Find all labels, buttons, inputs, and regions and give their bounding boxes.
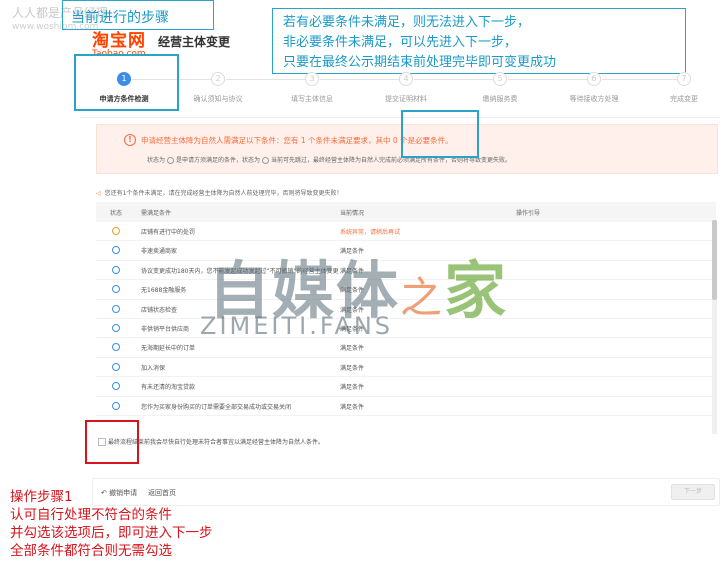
self-handle-label: 最终流程结束前我会尽快自行处理未符合者事宜以满足经营主体降为自然人条件。 bbox=[108, 439, 325, 446]
condition-text: 有未还清的淘宝贷款 bbox=[141, 384, 196, 392]
step-6: 6 等待接收方处理 bbox=[549, 72, 639, 104]
annotation-steps-line-3: 并勾选该选项后，即可进入下一步 bbox=[10, 525, 213, 541]
status-warning-icon bbox=[112, 227, 120, 235]
step-label: 填写主体信息 bbox=[291, 95, 333, 103]
table-row: 有未还清的淘宝贷款 满足条件 bbox=[96, 377, 716, 397]
step-number: 6 bbox=[587, 72, 601, 86]
table-scrollbar[interactable] bbox=[712, 220, 717, 434]
step-label: 确认须知与协议 bbox=[193, 95, 243, 103]
annotation-steps-line-4: 全部条件都符合则无需勾选 bbox=[10, 543, 172, 559]
condition-text: 您作为买家身份购买的订单需要全部交易成功或交易关闭 bbox=[141, 403, 292, 411]
header-current: 当前情况 bbox=[340, 210, 365, 217]
annotation-note: 若有必要条件未满足，则无法进入下一步， 非必要条件未满足，可以先进入下一步， 只… bbox=[272, 8, 686, 74]
step-7: 7 完成变更 bbox=[639, 72, 726, 104]
watermark-brand-en: ZIMEITI.FANS bbox=[200, 312, 394, 340]
step-number: 5 bbox=[493, 72, 507, 86]
required-status-icon bbox=[167, 157, 175, 164]
table-header: 状态 需满足条件 当前情况 操作引导 bbox=[96, 202, 716, 222]
step-label: 等待接收方处理 bbox=[569, 95, 619, 103]
condition-text: 店铺有进行中的处罚 bbox=[141, 229, 196, 236]
scrollbar-thumb[interactable] bbox=[712, 220, 717, 300]
next-step-button[interactable]: 下一步 bbox=[671, 484, 715, 500]
header-condition: 需满足条件 bbox=[141, 210, 172, 217]
condition-text: 非供销平台供应商 bbox=[141, 325, 190, 333]
status-check-icon bbox=[112, 343, 120, 352]
table-row: 无海期延长中的订单 满足条件 bbox=[96, 338, 716, 358]
annotation-required-count-box bbox=[401, 110, 479, 158]
condition-text: 店铺状态检查 bbox=[141, 306, 178, 314]
status-check-icon bbox=[112, 285, 120, 294]
page-title: 经营主体变更 bbox=[158, 35, 231, 49]
step-4: 4 提交证明材料 bbox=[361, 72, 451, 104]
annotation-steps-line-1: 操作步骤1 bbox=[10, 489, 73, 505]
header-action: 操作引导 bbox=[516, 210, 541, 217]
current-status: 满足条件 bbox=[340, 403, 365, 411]
step-label: 完成变更 bbox=[670, 95, 698, 103]
watermark-brand-zhi: 之 bbox=[400, 273, 445, 322]
table-row: 加入消保 满足条件 bbox=[96, 358, 716, 378]
alert-legend-b: 是申请方须满足的条件，状态为 bbox=[176, 157, 261, 164]
annotation-current-step-text: 当前进行的步骤 bbox=[71, 10, 169, 26]
table-row: 店铺有进行中的处罚 系统异常，请稍后再试 bbox=[96, 222, 716, 242]
alert-legend-c: 当前可先跳过，最终经营主体降为自然人完成前必须满足所有条件，否则将导致变更失败。 bbox=[271, 157, 512, 164]
current-status: 系统异常，请稍后再试 bbox=[340, 229, 401, 236]
current-status: 满足条件 bbox=[340, 345, 365, 353]
step-5: 5 缴纳服务费 bbox=[455, 72, 545, 104]
status-check-icon bbox=[112, 304, 120, 313]
annotation-note-line-3: 只要在最终公示期结束前处理完毕即可变更成功 bbox=[283, 55, 557, 70]
status-check-icon bbox=[112, 401, 120, 410]
step-number: 7 bbox=[677, 72, 691, 86]
unmet-notice-text: 您还有1个条件未满足，请在完成经营主体降为自然人前处理完毕，否则将导致变更失败！ bbox=[104, 190, 343, 197]
logo-cn: 淘宝网 bbox=[92, 31, 146, 51]
current-status: 满足条件 bbox=[340, 384, 365, 392]
step-number: 4 bbox=[399, 72, 413, 86]
unmet-notice: ◁ 您还有1个条件未满足，请在完成经营主体降为自然人前处理完毕，否则将导致变更失败… bbox=[96, 188, 342, 197]
condition-text: 无1688金融服务 bbox=[141, 287, 187, 295]
step-number: 2 bbox=[211, 72, 225, 86]
alert-triangle-icon: ◁ bbox=[96, 190, 101, 197]
annotation-note-line-2: 非必要条件未满足，可以先进入下一步， bbox=[283, 35, 518, 50]
table-row: 您作为买家身份购买的订单需要全部交易成功或交易关闭 满足条件 bbox=[96, 397, 716, 416]
watermark-brand-jia: 家 bbox=[444, 254, 509, 327]
annotation-steps: 操作步骤1 认可自行处理不符合的条件 并勾选该选项后，即可进入下一步 全部条件都… bbox=[10, 488, 213, 560]
step-label: 提交证明材料 bbox=[385, 95, 427, 103]
status-check-icon bbox=[112, 362, 120, 371]
warning-icon: ! bbox=[124, 134, 136, 146]
header-status: 状态 bbox=[110, 210, 123, 217]
status-check-icon bbox=[112, 246, 120, 255]
status-check-icon bbox=[112, 323, 120, 332]
step-2: 2 确认须知与协议 bbox=[173, 72, 263, 104]
annotation-checkbox-box bbox=[85, 420, 139, 464]
annotation-active-step-box bbox=[74, 54, 179, 111]
condition-text: 加入消保 bbox=[141, 364, 166, 372]
step-label: 缴纳服务费 bbox=[482, 95, 518, 103]
condition-text: 非速卖通商家 bbox=[141, 248, 178, 256]
alert-legend-a: 状态为 bbox=[147, 157, 166, 164]
step-3: 3 填写主体信息 bbox=[267, 72, 357, 104]
condition-text: 无海期延长中的订单 bbox=[141, 345, 196, 353]
annotation-steps-line-2: 认可自行处理不符合的条件 bbox=[10, 507, 172, 523]
step-number: 3 bbox=[305, 72, 319, 86]
status-check-icon bbox=[112, 382, 120, 391]
header-divider bbox=[80, 117, 720, 118]
annotation-note-line-1: 若有必要条件未满足，则无法进入下一步， bbox=[283, 15, 531, 30]
self-handle-agreement[interactable]: 最终流程结束前我会尽快自行处理未符合者事宜以满足经营主体降为自然人条件。 bbox=[96, 436, 696, 448]
status-check-icon bbox=[112, 265, 120, 274]
current-status: 满足条件 bbox=[340, 364, 365, 372]
optional-status-icon bbox=[262, 157, 270, 164]
